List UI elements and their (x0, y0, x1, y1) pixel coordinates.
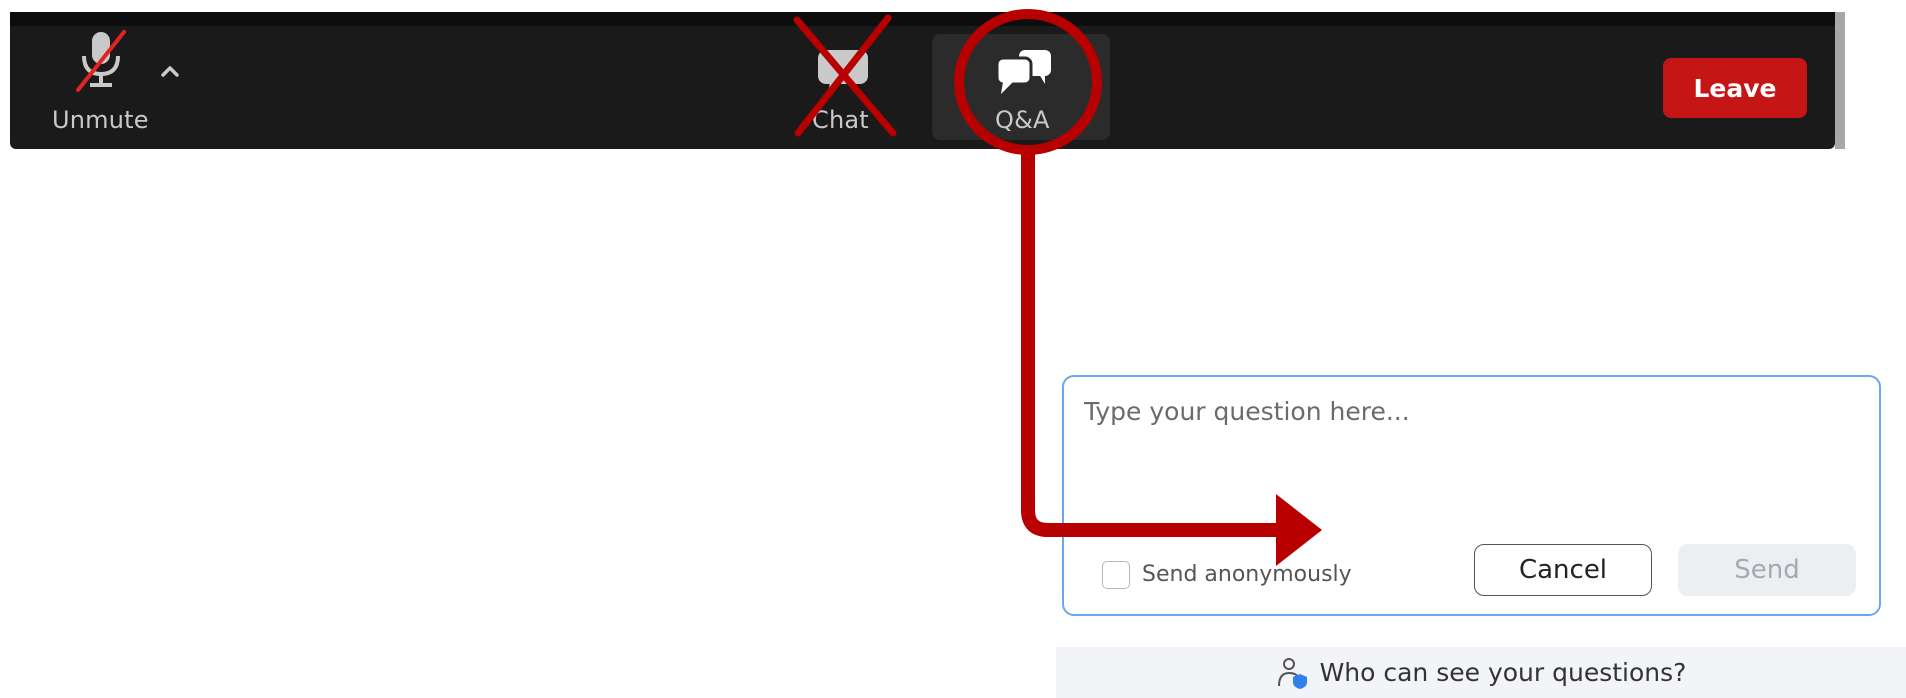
send-anonymously-checkbox[interactable] (1102, 561, 1130, 589)
question-panel: Send anonymously Cancel Send (1062, 375, 1881, 616)
qa-label: Q&A (995, 106, 1050, 134)
person-shield-icon (1276, 656, 1310, 690)
chat-label: Chat (812, 106, 869, 134)
qa-bubbles-icon (995, 48, 1053, 96)
unmute-button[interactable]: Unmute (40, 28, 165, 134)
cancel-button[interactable]: Cancel (1474, 544, 1652, 596)
qa-button[interactable]: Q&A (932, 34, 1110, 140)
unmute-label: Unmute (52, 106, 149, 134)
chevron-up-icon[interactable] (155, 56, 185, 86)
leave-button[interactable]: Leave (1663, 58, 1807, 118)
send-button[interactable]: Send (1678, 544, 1856, 596)
who-can-see-label: Who can see your questions? (1319, 658, 1687, 687)
microphone-muted-icon (70, 28, 134, 94)
who-can-see-link[interactable]: Who can see your questions? (1056, 647, 1906, 698)
send-anonymously-label: Send anonymously (1142, 562, 1352, 587)
toolbar-top-strip (10, 12, 1835, 26)
screenshot-canvas: Unmute Chat Q&A Leave Type your question… (0, 0, 1906, 698)
chat-button[interactable]: Chat (790, 30, 900, 136)
question-input[interactable] (1084, 397, 1844, 507)
chat-bubble-icon (814, 48, 872, 96)
meeting-toolbar (10, 12, 1835, 149)
window-edge (1835, 12, 1845, 149)
